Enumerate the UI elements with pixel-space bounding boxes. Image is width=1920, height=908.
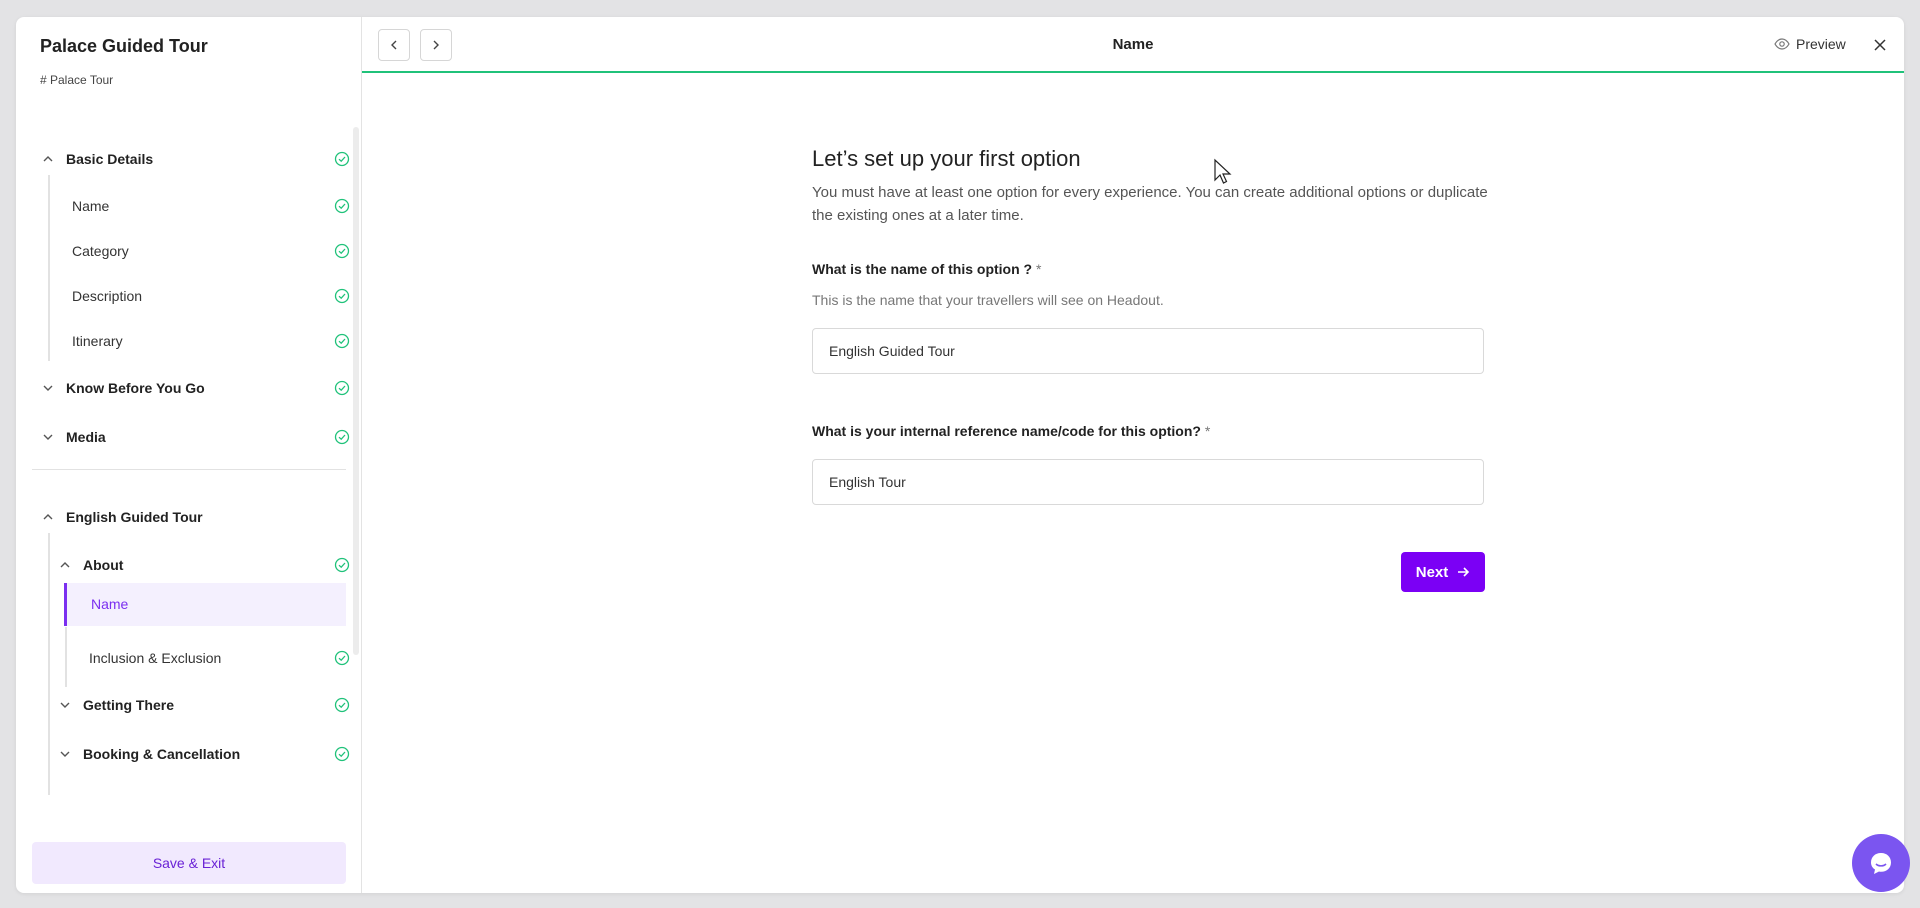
- sidebar-section-option[interactable]: English Guided Tour: [40, 509, 350, 525]
- reference-code-question: What is your internal reference name/cod…: [812, 423, 1201, 439]
- check-circle-icon: [334, 333, 350, 349]
- sidebar-section-basic-details[interactable]: Basic Details: [40, 151, 350, 167]
- sidebar-item-description[interactable]: Description: [72, 288, 350, 304]
- sidebar-section-label: Media: [66, 429, 106, 445]
- sidebar-section-media[interactable]: Media: [40, 429, 350, 445]
- next-label: Next: [1415, 563, 1449, 581]
- sidebar-item-label: Itinerary: [72, 333, 123, 349]
- sidebar-subsection-booking[interactable]: Booking & Cancellation: [57, 746, 350, 762]
- app-window: Palace Guided Tour # Palace Tour Basic D…: [16, 17, 1904, 893]
- required-mark: *: [1036, 261, 1042, 277]
- main-content: Let’s set up your first option You must …: [362, 75, 1904, 893]
- experience-title: Palace Guided Tour: [40, 36, 208, 56]
- sidebar-item-label: Name: [91, 596, 129, 612]
- close-button[interactable]: [1870, 35, 1890, 55]
- sidebar-subsection-about[interactable]: About: [57, 557, 350, 573]
- option-name-input[interactable]: English Guided Tour: [812, 328, 1484, 374]
- mouse-cursor-icon: [1214, 158, 1232, 184]
- page-title: Name: [1112, 36, 1154, 53]
- sidebar-item-label: Description: [72, 288, 143, 304]
- sidebar-item-about-name[interactable]: Name: [64, 583, 346, 626]
- next-button[interactable]: Next: [1401, 552, 1485, 592]
- eye-icon: [1774, 38, 1790, 50]
- sidebar-section-label: Basic Details: [66, 151, 154, 167]
- experience-tag: # Palace Tour: [40, 73, 114, 87]
- reference-code-label: What is your internal reference name/cod…: [812, 423, 1210, 439]
- sidebar-section-label: English Guided Tour: [66, 509, 203, 525]
- check-circle-icon: [334, 288, 350, 304]
- check-circle-icon: [334, 557, 350, 573]
- check-circle-icon: [334, 650, 350, 666]
- sidebar-item-itinerary[interactable]: Itinerary: [72, 333, 350, 349]
- close-icon: [1874, 39, 1886, 51]
- sidebar-item-label: Category: [72, 243, 129, 259]
- chevron-up-icon: [40, 509, 56, 525]
- required-mark: *: [1204, 423, 1211, 439]
- tree-line: [48, 175, 50, 361]
- sidebar-section-label: About: [83, 557, 124, 573]
- sidebar-item-label: Inclusion & Exclusion: [89, 650, 222, 666]
- reference-code-value: English Tour: [829, 474, 906, 490]
- tree-line: [48, 533, 50, 795]
- form-heading: Let’s set up your first option: [812, 146, 1081, 171]
- check-circle-icon: [334, 429, 350, 445]
- form-description: You must have at least one option for ev…: [812, 184, 1488, 224]
- sidebar-divider: [32, 469, 346, 470]
- sidebar-section-label: Getting There: [83, 697, 175, 713]
- chevron-down-icon: [57, 746, 73, 762]
- check-circle-icon: [334, 198, 350, 214]
- preview-label: Preview: [1796, 36, 1846, 52]
- top-bar: Name Preview: [362, 17, 1904, 73]
- chat-icon: [1871, 853, 1891, 874]
- sidebar-subsection-getting-there[interactable]: Getting There: [57, 697, 350, 713]
- reference-code-input[interactable]: English Tour: [812, 459, 1484, 505]
- check-circle-icon: [334, 243, 350, 259]
- sidebar-item-inclusion-exclusion[interactable]: Inclusion & Exclusion: [89, 650, 350, 666]
- chevron-down-icon: [40, 429, 56, 445]
- option-name-label: What is the name of this option ? *: [812, 261, 1041, 277]
- option-name-question: What is the name of this option ?: [812, 261, 1033, 277]
- sidebar-item-category[interactable]: Category: [72, 243, 350, 259]
- sidebar-section-know-before[interactable]: Know Before You Go: [40, 380, 350, 396]
- chevron-down-icon: [57, 697, 73, 713]
- check-circle-icon: [334, 151, 350, 167]
- chevron-down-icon: [40, 380, 56, 396]
- sidebar: Palace Guided Tour # Palace Tour Basic D…: [16, 17, 362, 893]
- option-name-value: English Guided Tour: [829, 343, 955, 359]
- save-and-exit-button[interactable]: Save & Exit: [32, 842, 346, 884]
- chevron-up-icon: [57, 557, 73, 573]
- option-name-hint: This is the name that your travellers wi…: [812, 292, 1164, 308]
- sidebar-scrollbar[interactable]: [353, 127, 359, 655]
- preview-button[interactable]: Preview: [1774, 36, 1846, 52]
- check-circle-icon: [334, 380, 350, 396]
- arrow-right-icon: [1458, 567, 1470, 577]
- chat-launcher-button[interactable]: [1852, 834, 1910, 892]
- sidebar-section-label: Know Before You Go: [66, 380, 205, 396]
- sidebar-section-label: Booking & Cancellation: [83, 746, 241, 762]
- check-circle-icon: [334, 746, 350, 762]
- check-circle-icon: [334, 697, 350, 713]
- tree-line: [65, 627, 67, 687]
- chevron-up-icon: [40, 151, 56, 167]
- sidebar-item-name[interactable]: Name: [72, 198, 350, 214]
- sidebar-item-label: Name: [72, 198, 110, 214]
